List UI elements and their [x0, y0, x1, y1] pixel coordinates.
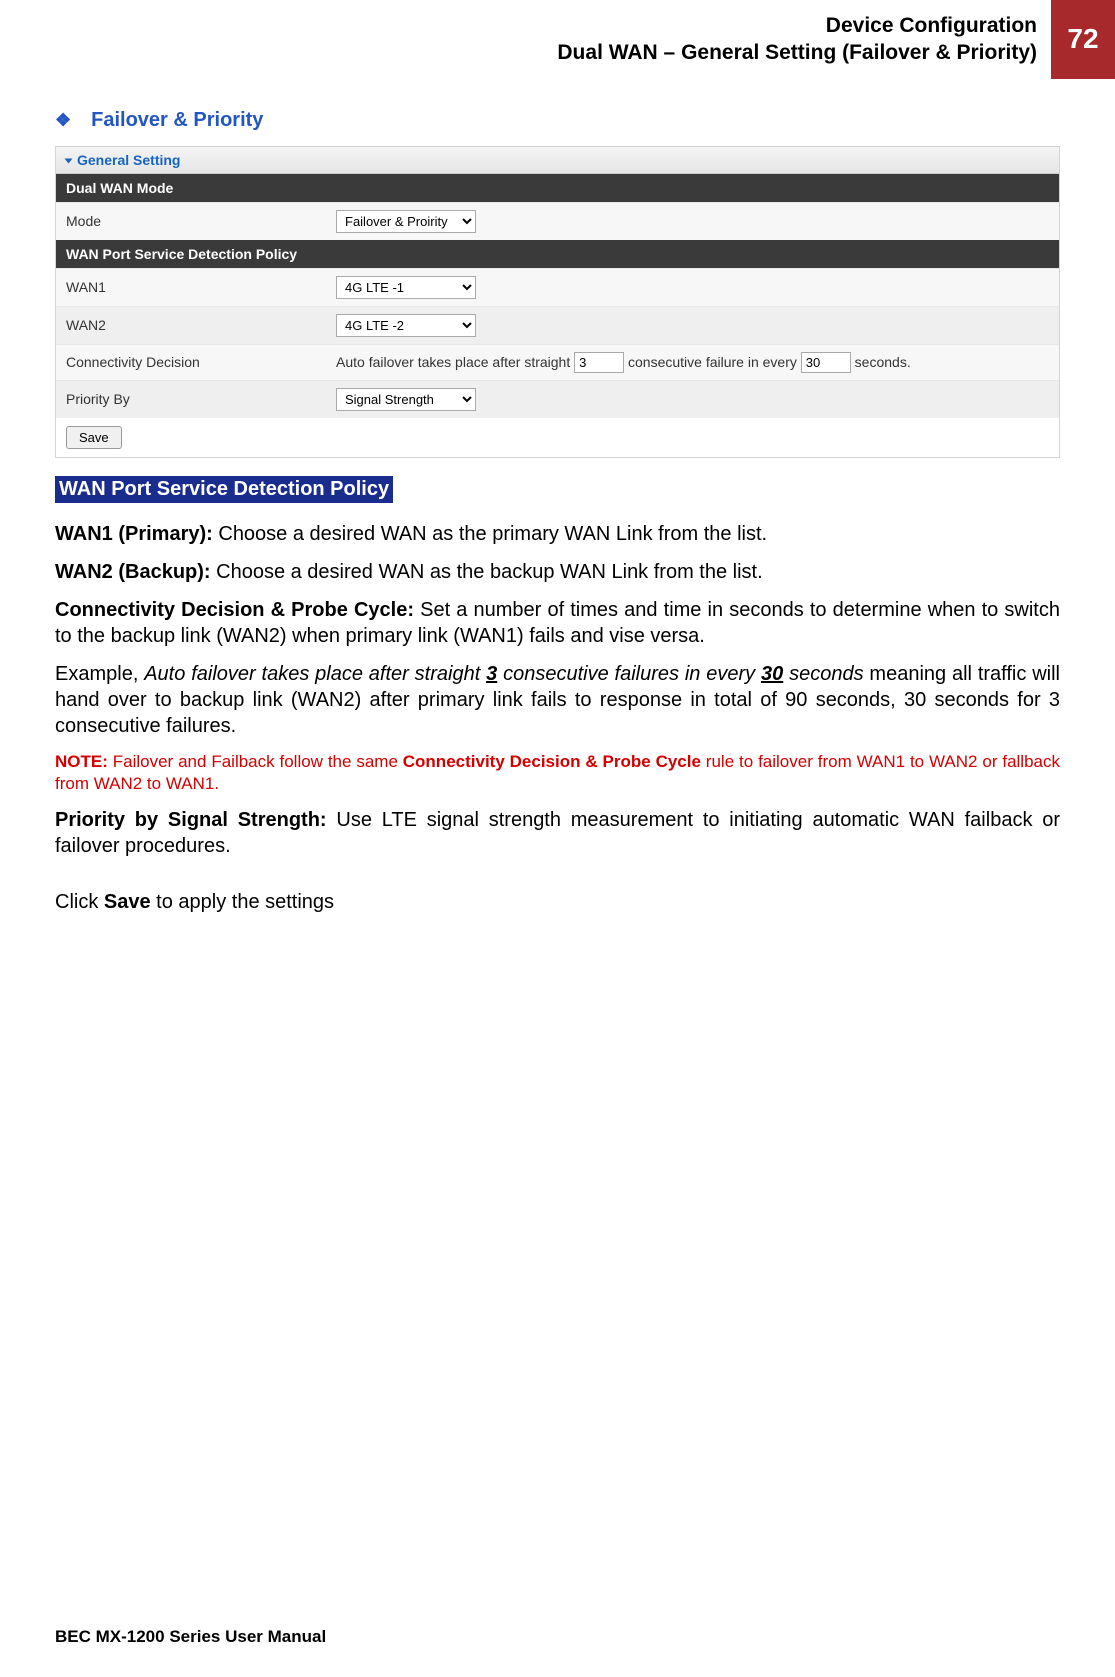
- save-post: to apply the settings: [151, 891, 334, 913]
- wan1-row: WAN1 4G LTE -1: [56, 268, 1059, 306]
- caret-down-icon: [65, 158, 73, 163]
- panel-title: General Setting: [77, 152, 180, 168]
- wan2-select[interactable]: 4G LTE -2: [336, 314, 476, 337]
- footer-text: BEC MX-1200 Series User Manual: [55, 1627, 326, 1647]
- example-i3: seconds: [783, 663, 863, 685]
- example-paragraph: Example, Auto failover takes place after…: [55, 661, 1060, 739]
- wan1-paragraph: WAN1 (Primary): Choose a desired WAN as …: [55, 521, 1060, 547]
- wan1-bold: WAN1 (Primary):: [55, 523, 213, 545]
- page-number-badge: 72: [1051, 0, 1115, 79]
- note-bold2: Connectivity Decision & Probe Cycle: [403, 752, 701, 771]
- conn-seconds-input[interactable]: [801, 352, 851, 373]
- conn-bold: Connectivity Decision & Probe Cycle:: [55, 599, 414, 621]
- priority-label: Priority By: [66, 391, 336, 407]
- save-button[interactable]: Save: [66, 426, 122, 449]
- example-i1: Auto failover takes place after straight: [144, 663, 486, 685]
- wan2-text: Choose a desired WAN as the backup WAN L…: [211, 561, 763, 583]
- connectivity-paragraph: Connectivity Decision & Probe Cycle: Set…: [55, 597, 1060, 649]
- mode-label: Mode: [66, 213, 336, 229]
- conn-failures-input[interactable]: [574, 352, 624, 373]
- save-row: Save: [56, 418, 1059, 457]
- dual-wan-mode-header: Dual WAN Mode: [56, 174, 1059, 202]
- save-bold: Save: [104, 891, 151, 913]
- wan1-label: WAN1: [66, 279, 336, 295]
- wan2-paragraph: WAN2 (Backup): Choose a desired WAN as t…: [55, 559, 1060, 585]
- settings-panel: General Setting Dual WAN Mode Mode Failo…: [55, 146, 1060, 458]
- diamond-bullet-icon: ❖: [55, 110, 71, 130]
- wan2-bold: WAN2 (Backup):: [55, 561, 211, 583]
- header-line1: Device Configuration: [557, 12, 1037, 39]
- header-title-block: Device Configuration Dual WAN – General …: [557, 0, 1051, 79]
- example-u2: 30: [761, 663, 783, 685]
- priority-paragraph: Priority by Signal Strength: Use LTE sig…: [55, 807, 1060, 859]
- conn-text-post: seconds.: [855, 354, 911, 370]
- example-pre: Example,: [55, 663, 144, 685]
- wan2-label: WAN2: [66, 317, 336, 333]
- priority-select[interactable]: Signal Strength: [336, 388, 476, 411]
- section-title: ❖ Failover & Priority: [55, 109, 1060, 132]
- priority-bold: Priority by Signal Strength:: [55, 809, 327, 831]
- conn-text-pre: Auto failover takes place after straight: [336, 354, 570, 370]
- conn-text-mid: consecutive failure in every: [628, 354, 797, 370]
- mode-select[interactable]: Failover & Proirity: [336, 210, 476, 233]
- connectivity-row: Connectivity Decision Auto failover take…: [56, 344, 1059, 380]
- wan1-select[interactable]: 4G LTE -1: [336, 276, 476, 299]
- priority-row: Priority By Signal Strength: [56, 380, 1059, 418]
- example-i2: consecutive failures in every: [497, 663, 761, 685]
- wan-policy-header: WAN Port Service Detection Policy: [56, 240, 1059, 268]
- save-pre: Click: [55, 891, 104, 913]
- note-paragraph: NOTE: Failover and Failback follow the s…: [55, 751, 1060, 795]
- example-u1: 3: [486, 663, 497, 685]
- note-bold1: NOTE:: [55, 752, 108, 771]
- connectivity-label: Connectivity Decision: [66, 354, 336, 370]
- note-text1: Failover and Failback follow the same: [108, 752, 403, 771]
- wan2-row: WAN2 4G LTE -2: [56, 306, 1059, 344]
- wan1-text: Choose a desired WAN as the primary WAN …: [213, 523, 767, 545]
- section-title-text: Failover & Priority: [91, 109, 263, 131]
- policy-heading: WAN Port Service Detection Policy: [55, 476, 393, 503]
- save-instruction: Click Save to apply the settings: [55, 889, 1060, 915]
- header-line2: Dual WAN – General Setting (Failover & P…: [557, 39, 1037, 66]
- page-header: Device Configuration Dual WAN – General …: [0, 0, 1115, 79]
- panel-header: General Setting: [56, 147, 1059, 174]
- mode-row: Mode Failover & Proirity: [56, 202, 1059, 240]
